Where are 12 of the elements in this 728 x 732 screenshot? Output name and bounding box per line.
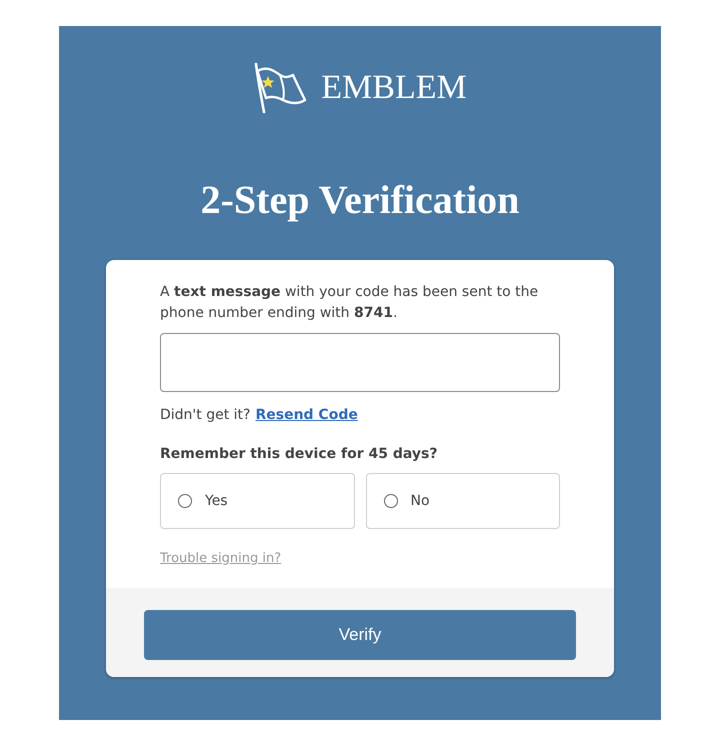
code-input-field[interactable] (160, 333, 560, 392)
radio-option[interactable]: No (366, 473, 560, 529)
flag-icon (253, 62, 308, 114)
trouble-signing-in-link[interactable]: Trouble signing in? (160, 550, 282, 568)
page-title: 2-Step Verification (200, 177, 520, 223)
verify-button[interactable]: Verify (144, 610, 576, 660)
remember-question: Remember this device for 45 days? (160, 445, 438, 464)
instruction-text: A text message with your code has been sent to the phone number ending with 8741. (160, 283, 540, 323)
radio-option[interactable]: Yes (160, 473, 354, 529)
resend-code-link[interactable]: Resend Code (255, 404, 358, 426)
resend-prompt: Didn't get it? (160, 406, 250, 425)
logo-wordmark: EMBLEM (321, 71, 467, 105)
